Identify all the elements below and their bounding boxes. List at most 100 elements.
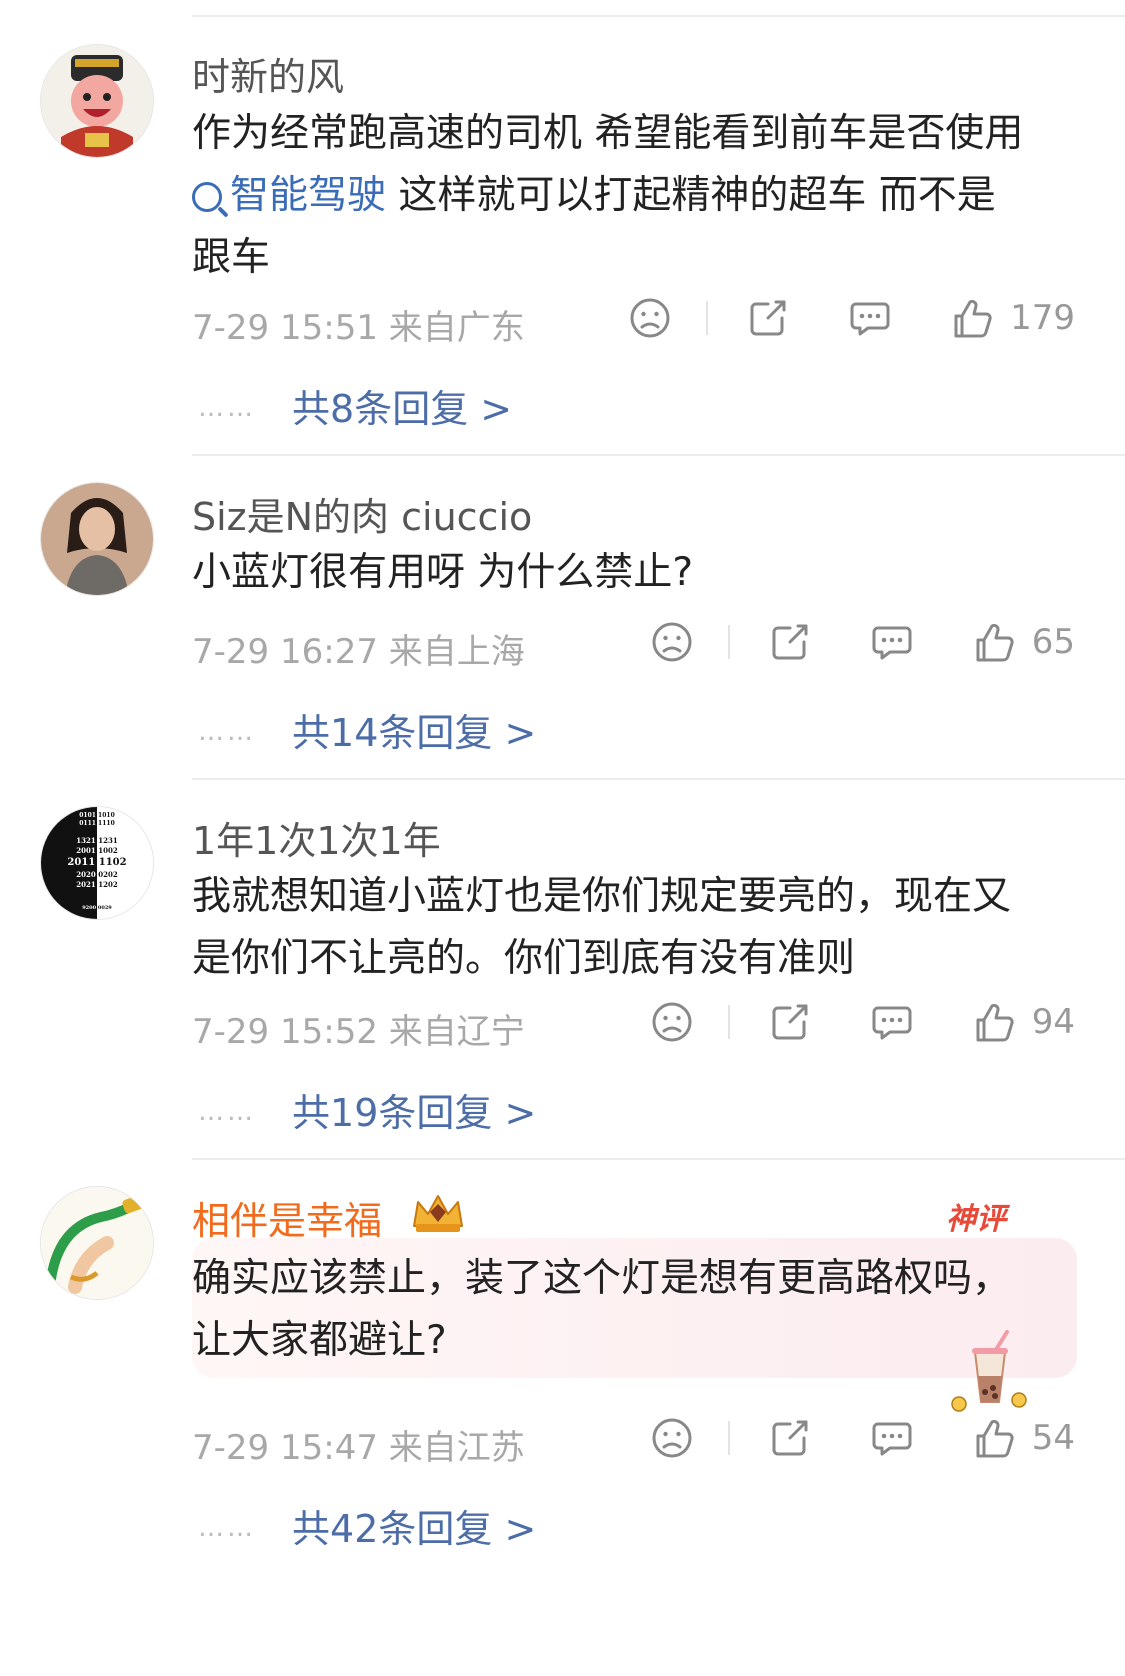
- reply-button[interactable]: [870, 620, 914, 664]
- comment-meta: 7-29 16:27 来自上海: [192, 624, 525, 673]
- timestamp: 7-29 15:47: [192, 1428, 378, 1468]
- reply-dots: ……: [198, 717, 256, 747]
- action-separator: [727, 1421, 730, 1455]
- reply-button[interactable]: [848, 296, 892, 340]
- divider-top: [192, 15, 1125, 17]
- location: 来自江苏: [388, 1428, 525, 1468]
- share-button[interactable]: [768, 1000, 812, 1044]
- dislike-button[interactable]: [650, 620, 694, 664]
- view-replies-link[interactable]: …… 共42条回复 >: [198, 1498, 536, 1553]
- comment-text-line: 小蓝灯很有用呀 为什么禁止?: [192, 550, 694, 595]
- view-replies-link[interactable]: …… 共14条回复 >: [198, 702, 536, 757]
- action-bar: 65: [650, 620, 1075, 664]
- action-bar: 94: [650, 1000, 1075, 1044]
- share-icon: [772, 624, 808, 660]
- comment-meta: 7-29 15:47 来自江苏: [192, 1420, 525, 1469]
- comment-body: 小蓝灯很有用呀 为什么禁止?: [192, 542, 1082, 604]
- username[interactable]: Siz是N的肉 ciuccio: [192, 486, 532, 541]
- avatar-text: 2021 1202: [76, 880, 118, 889]
- search-icon: [192, 182, 222, 212]
- like-button[interactable]: 94: [972, 1000, 1075, 1044]
- replies-prefix: 共: [292, 387, 331, 431]
- action-separator: [727, 625, 730, 659]
- avatar-image-icon: [41, 1187, 153, 1299]
- share-button[interactable]: [768, 1416, 812, 1460]
- avatar[interactable]: [40, 482, 154, 596]
- replies-suffix: 条回复 >: [378, 711, 537, 755]
- dislike-button[interactable]: [628, 296, 672, 340]
- timestamp: 7-29 15:52: [192, 1012, 378, 1052]
- replies-count: 8: [330, 387, 355, 431]
- avatar[interactable]: 0101 1010 0111 1110 1321 1231 2001 1002 …: [40, 806, 154, 920]
- comment-bubble-icon: [872, 626, 912, 660]
- avatar-text: 2020 0202: [76, 870, 118, 879]
- frown-face-icon: [630, 298, 670, 338]
- replies-count: 19: [330, 1091, 379, 1135]
- like-count: 179: [1010, 298, 1075, 338]
- location: 来自上海: [388, 632, 525, 672]
- frown-face-icon: [652, 622, 692, 662]
- comment-bubble-icon: [872, 1422, 912, 1456]
- comment-text-line: 让大家都避让?: [192, 1318, 447, 1363]
- avatar[interactable]: [40, 44, 154, 158]
- view-replies-link[interactable]: …… 共8条回复 >: [198, 378, 512, 433]
- comment-meta: 7-29 15:52 来自辽宁: [192, 1004, 525, 1053]
- timestamp: 7-29 16:27: [192, 632, 378, 672]
- action-separator: [706, 301, 709, 335]
- reply-button[interactable]: [870, 1416, 914, 1460]
- avatar-text: 2011 1102: [67, 857, 126, 868]
- action-bar: 54: [650, 1416, 1075, 1460]
- comment-meta: 7-29 15:51 来自广东: [192, 300, 525, 349]
- comment-bubble-icon: [872, 1006, 912, 1040]
- avatar[interactable]: [40, 1186, 154, 1300]
- topic-label: 智能驾驶: [230, 173, 387, 218]
- location: 来自广东: [388, 308, 525, 348]
- comment-bubble-icon: [850, 302, 890, 336]
- comment-text-line: 作为经常跑高速的司机 希望能看到前车是否使用: [192, 111, 1024, 156]
- comment-text-line: 我就想知道小蓝灯也是你们规定要亮的，现在又: [192, 874, 1012, 919]
- view-replies-link[interactable]: …… 共19条回复 >: [198, 1082, 536, 1137]
- replies-count: 42: [330, 1507, 379, 1551]
- reply-dots: ……: [198, 1513, 256, 1543]
- divider: [192, 454, 1125, 456]
- replies-prefix: 共: [292, 1507, 331, 1551]
- thumbs-up-icon: [976, 623, 1014, 662]
- frown-face-icon: [652, 1418, 692, 1458]
- username[interactable]: 时新的风: [192, 46, 344, 101]
- comment-body: 我就想知道小蓝灯也是你们规定要亮的，现在又 是你们不让亮的。你们到底有没有准则: [192, 866, 1082, 990]
- dislike-button[interactable]: [650, 1416, 694, 1460]
- avatar-text: 1321 1231: [76, 836, 118, 845]
- avatar-text: 0111 1110: [79, 820, 115, 827]
- dislike-button[interactable]: [650, 1000, 694, 1044]
- comment-text-rest: 这样就可以打起精神的超车 而不是: [386, 173, 996, 218]
- divider: [192, 778, 1125, 780]
- share-button[interactable]: [746, 296, 790, 340]
- reply-button[interactable]: [870, 1000, 914, 1044]
- shenping-badge: 神评: [946, 1202, 1006, 1237]
- share-icon: [772, 1420, 808, 1456]
- divider: [192, 1158, 1125, 1160]
- username[interactable]: 1年1次1次1年: [192, 810, 441, 865]
- like-button[interactable]: 54: [972, 1416, 1075, 1460]
- comment-body: 作为经常跑高速的司机 希望能看到前车是否使用 智能驾驶 这样就可以打起精神的超车…: [192, 103, 1082, 289]
- share-button[interactable]: [768, 620, 812, 664]
- username[interactable]: 相伴是幸福: [192, 1190, 382, 1245]
- comment-text-line: 确实应该禁止，装了这个灯是想有更高路权吗，: [192, 1256, 1012, 1301]
- comment-body: 确实应该禁止，装了这个灯是想有更高路权吗， 让大家都避让?: [192, 1248, 1082, 1372]
- like-button[interactable]: 65: [972, 620, 1075, 664]
- like-count: 94: [1031, 1002, 1075, 1042]
- location: 来自辽宁: [388, 1012, 525, 1052]
- frown-face-icon: [652, 1002, 692, 1042]
- thumbs-up-icon: [954, 299, 992, 338]
- comment-text-line: 是你们不让亮的。你们到底有没有准则: [192, 936, 856, 981]
- topic-link[interactable]: 智能驾驶: [192, 173, 386, 218]
- thumbs-up-icon: [976, 1419, 1014, 1458]
- thumbs-up-icon: [976, 1003, 1014, 1042]
- share-icon: [750, 300, 786, 336]
- avatar-image-icon: [41, 483, 153, 595]
- reply-dots: ……: [198, 393, 256, 423]
- like-button[interactable]: 179: [950, 296, 1075, 340]
- avatar-text: 0101 1010: [79, 812, 115, 819]
- timestamp: 7-29 15:51: [192, 308, 378, 348]
- like-count: 54: [1031, 1418, 1075, 1458]
